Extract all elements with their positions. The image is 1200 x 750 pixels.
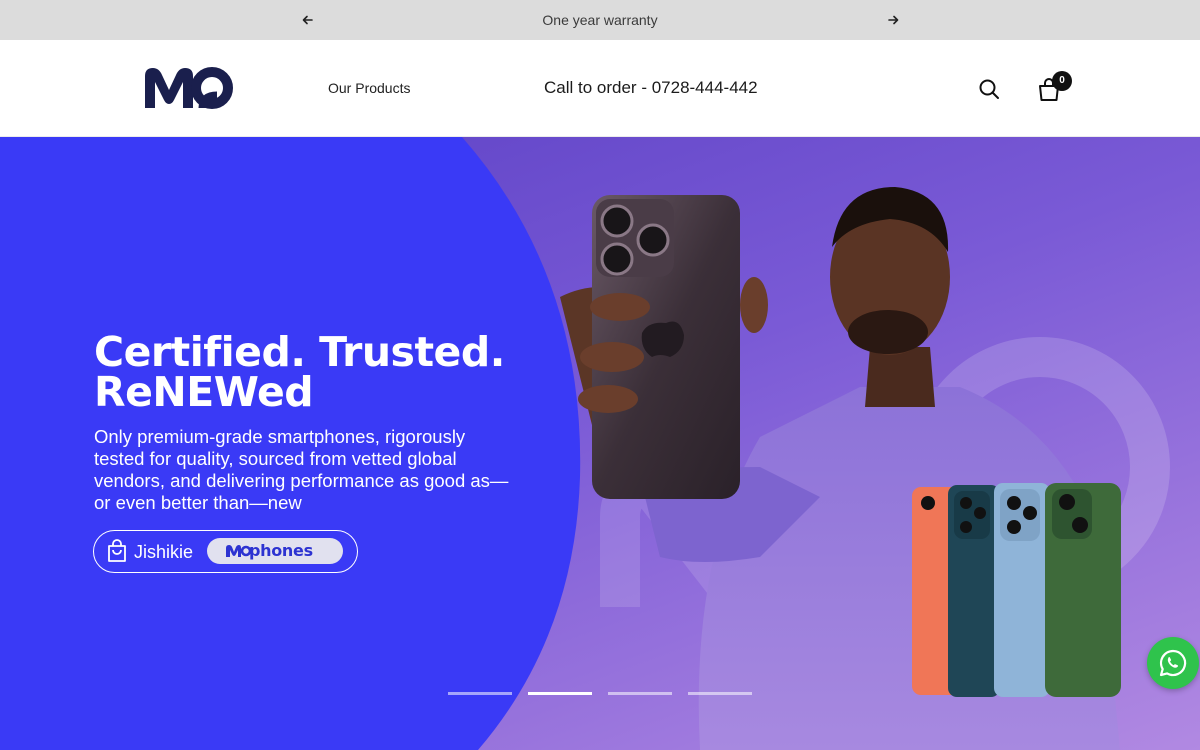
hero-headline: Certified. Trusted. ReNEWed xyxy=(94,328,534,416)
whatsapp-icon[interactable] xyxy=(1147,637,1199,689)
search-icon[interactable] xyxy=(978,78,1000,100)
headline-line-1: Certified. Trusted. xyxy=(94,328,505,376)
cart-count-badge: 0 xyxy=(1052,71,1072,91)
headline-line-2: ReNEWed xyxy=(94,368,314,416)
slide-dot-1[interactable] xyxy=(448,692,512,695)
slide-dot-3[interactable] xyxy=(608,692,672,695)
mo-logo-icon xyxy=(225,544,252,558)
jishikie-cta-button[interactable]: Jishikie phones xyxy=(93,530,358,573)
nav-our-products[interactable]: Our Products xyxy=(328,80,410,96)
cta-label: Jishikie xyxy=(134,542,194,562)
site-header: Our Products Call to order - 0728-444-44… xyxy=(0,40,1200,137)
call-to-order-text: Call to order - 0728-444-442 xyxy=(544,78,758,97)
hero-banner[interactable]: Certified. Trusted. ReNEWed Only premium… xyxy=(0,137,1200,750)
cta-brand-text: phones xyxy=(249,541,313,560)
hero-copy: Certified. Trusted. ReNEWed Only premium… xyxy=(94,332,534,514)
announcement-text: One year warranty xyxy=(542,12,658,28)
arrow-right-icon[interactable] xyxy=(885,12,901,28)
mophones-logo-icon[interactable] xyxy=(143,66,235,112)
hero-subtext: Only premium-grade smartphones, rigorous… xyxy=(94,426,509,513)
slide-dot-2[interactable] xyxy=(528,692,592,695)
mophones-pill: phones xyxy=(207,538,343,564)
shopping-bag-icon xyxy=(106,539,128,563)
slide-dot-4[interactable] xyxy=(688,692,752,695)
announcement-bar: One year warranty xyxy=(0,0,1200,40)
